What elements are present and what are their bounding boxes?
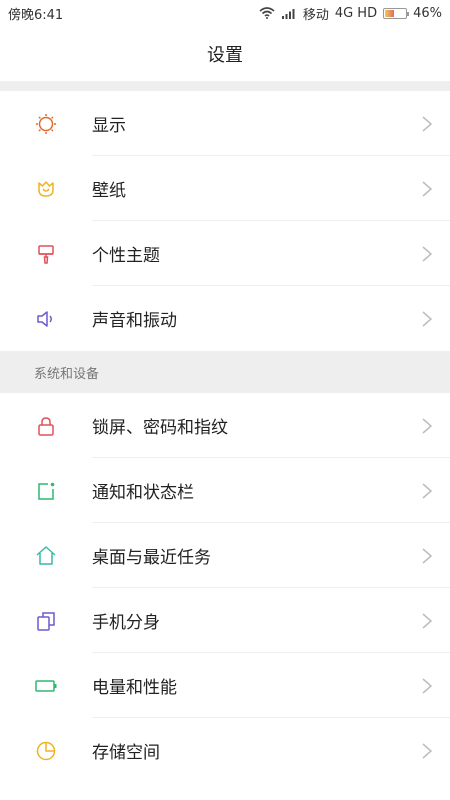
settings-item-battery[interactable]: 电量和性能 xyxy=(0,653,450,718)
status-indicators: 移动 4G HD 46% xyxy=(259,4,442,23)
chevron-right-icon xyxy=(404,180,450,198)
settings-item-label: 显示 xyxy=(92,116,126,136)
settings-item-display[interactable]: 显示 xyxy=(0,91,450,156)
battery-icon xyxy=(0,674,92,698)
settings-item-label: 个性主题 xyxy=(92,246,160,266)
settings-item-label: 锁屏、密码和指纹 xyxy=(92,418,228,438)
lock-icon xyxy=(0,414,92,438)
chevron-right-icon xyxy=(404,547,450,565)
battery-percent: 46% xyxy=(413,5,442,21)
speaker-icon xyxy=(0,307,92,331)
settings-item-label: 通知和状态栏 xyxy=(92,483,194,503)
status-time: 傍晚6:41 xyxy=(8,7,64,23)
section-header-system: 系统和设备 xyxy=(0,351,450,393)
wifi-icon xyxy=(259,7,275,19)
chevron-right-icon xyxy=(404,742,450,760)
brush-icon xyxy=(0,242,92,266)
sun-icon xyxy=(0,112,92,136)
settings-item-theme[interactable]: 个性主题 xyxy=(0,221,450,286)
chevron-right-icon xyxy=(404,245,450,263)
settings-item-label: 存储空间 xyxy=(92,743,160,763)
settings-item-label: 声音和振动 xyxy=(92,311,177,331)
battery-icon xyxy=(383,7,410,19)
settings-item-wallpaper[interactable]: 壁纸 xyxy=(0,156,450,221)
home-icon xyxy=(0,544,92,568)
settings-item-storage[interactable]: 存储空间 xyxy=(0,718,450,783)
settings-item-sound[interactable]: 声音和振动 xyxy=(0,286,450,351)
dual-icon xyxy=(0,609,92,633)
settings-group-system: 锁屏、密码和指纹 通知和状态栏 桌面与最近任务 手机分身 电量和性能 存储空间 xyxy=(0,393,450,783)
chevron-right-icon xyxy=(404,482,450,500)
settings-group-display: 显示 壁纸 个性主题 声音和振动 xyxy=(0,91,450,351)
page-title-bar: 设置 xyxy=(0,26,450,81)
pie-chart-icon xyxy=(0,739,92,763)
settings-item-label: 手机分身 xyxy=(92,613,160,633)
notification-icon xyxy=(0,479,92,503)
flower-icon xyxy=(0,177,92,201)
battery-level xyxy=(385,9,395,17)
chevron-right-icon xyxy=(404,417,450,435)
network-label: 4G HD xyxy=(334,5,378,21)
settings-item-home-screen[interactable]: 桌面与最近任务 xyxy=(0,523,450,588)
page-title: 设置 xyxy=(207,44,243,66)
chevron-right-icon xyxy=(404,612,450,630)
chevron-right-icon xyxy=(404,677,450,695)
status-bar: 傍晚6:41 移动 4G HD 46% xyxy=(0,0,450,26)
settings-item-label: 桌面与最近任务 xyxy=(92,548,211,568)
section-divider xyxy=(0,81,450,91)
carrier-label: 移动 xyxy=(302,7,329,23)
settings-item-lock-screen[interactable]: 锁屏、密码和指纹 xyxy=(0,393,450,458)
section-header-label: 系统和设备 xyxy=(34,366,100,382)
settings-item-notifications[interactable]: 通知和状态栏 xyxy=(0,458,450,523)
settings-item-dual-apps[interactable]: 手机分身 xyxy=(0,588,450,653)
settings-item-label: 电量和性能 xyxy=(92,678,177,698)
chevron-right-icon xyxy=(404,115,450,133)
chevron-right-icon xyxy=(404,310,450,328)
signal-icon xyxy=(281,9,295,19)
settings-item-label: 壁纸 xyxy=(92,181,126,201)
